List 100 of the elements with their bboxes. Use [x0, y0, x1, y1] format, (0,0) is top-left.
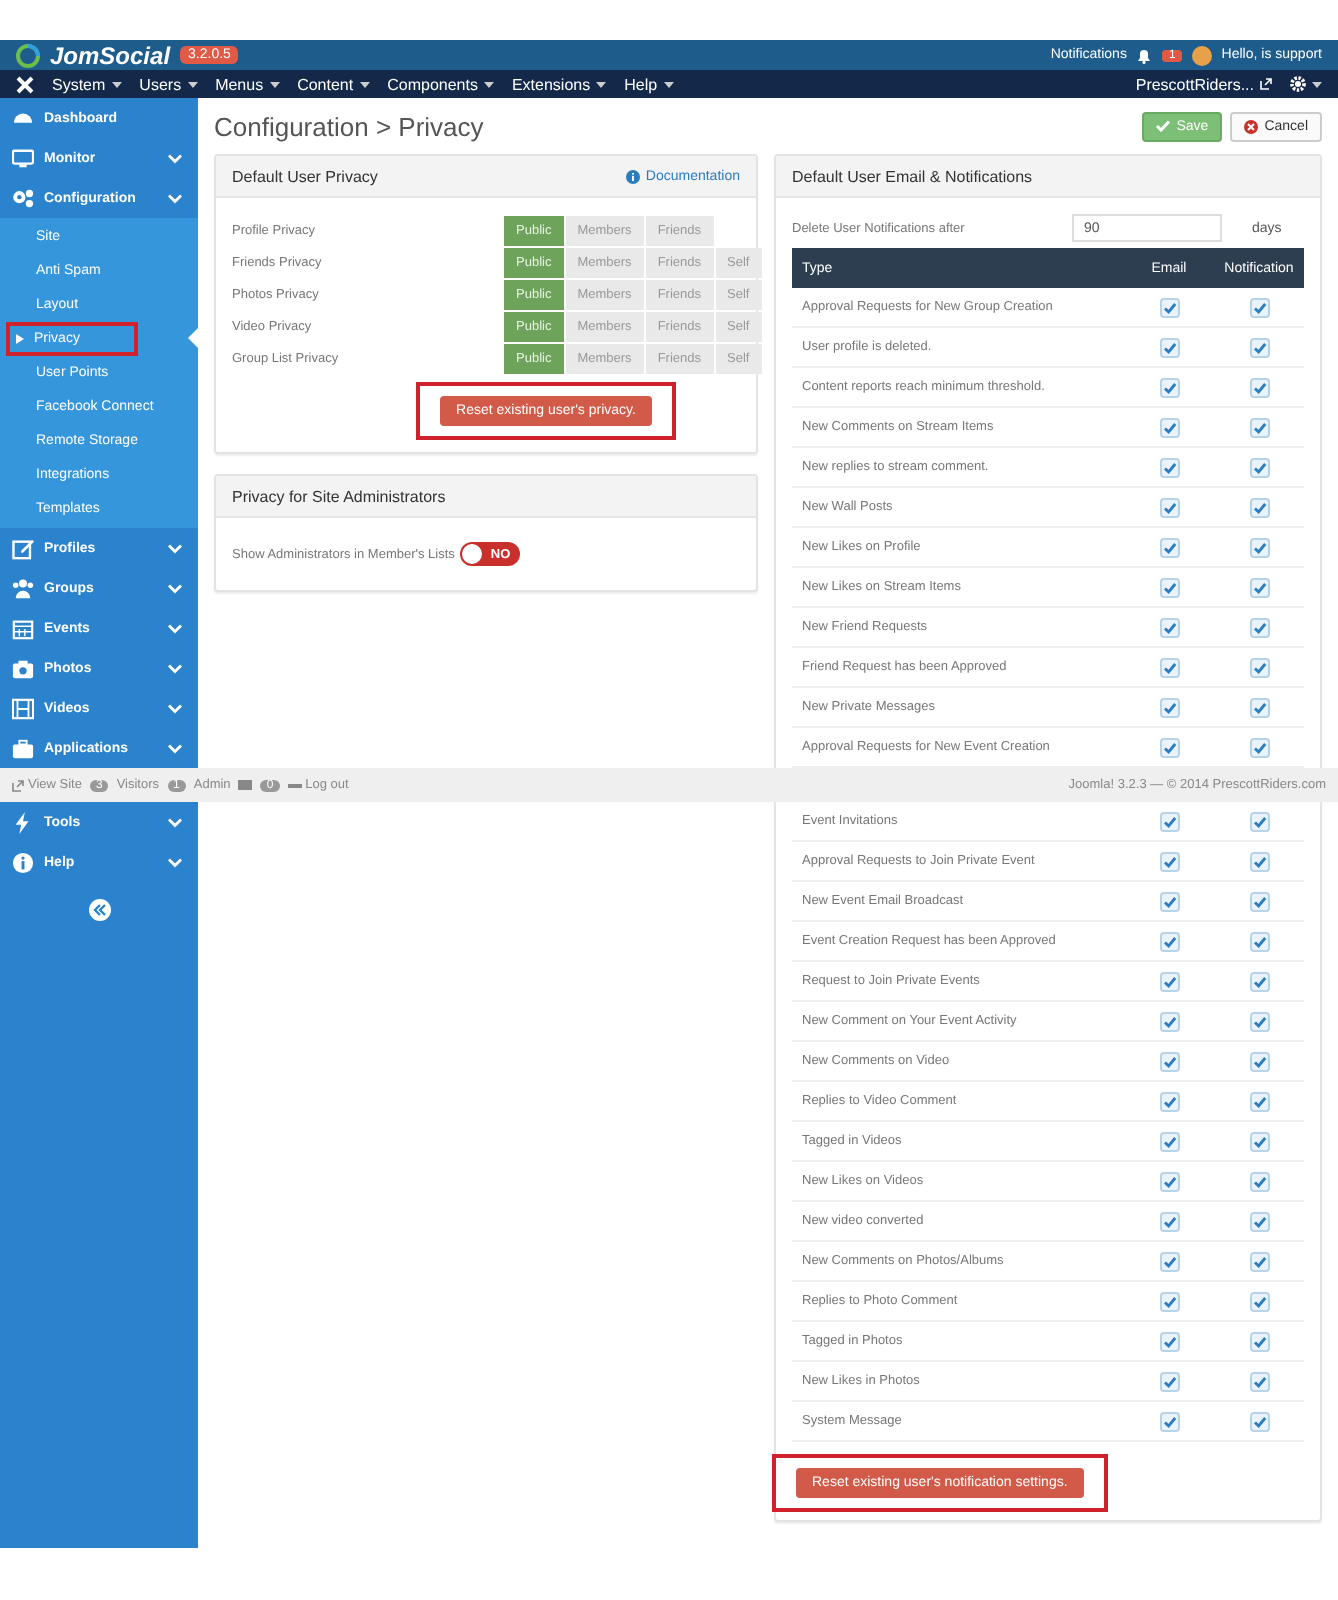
film-icon [12, 697, 34, 719]
checkbox[interactable] [1159, 297, 1179, 317]
caret-icon [187, 81, 198, 87]
checkbox[interactable] [1249, 1371, 1269, 1391]
chevron-icon [168, 857, 182, 867]
menu-item[interactable]: Extensions [511, 75, 607, 93]
chevron-icon [168, 743, 182, 753]
checkbox[interactable] [1249, 811, 1269, 831]
checkbox[interactable] [1249, 737, 1269, 757]
chevron-icon [168, 543, 182, 553]
checkbox[interactable] [1249, 1411, 1269, 1431]
checkbox[interactable] [1159, 1171, 1179, 1191]
checkbox[interactable] [1159, 417, 1179, 437]
check-icon [1156, 120, 1171, 132]
minus-icon [287, 783, 302, 787]
checkbox[interactable] [1159, 537, 1179, 557]
checkbox[interactable] [1159, 1011, 1179, 1031]
checkbox[interactable] [1159, 1331, 1179, 1351]
joomla-icon[interactable] [16, 75, 34, 93]
chevron-icon [168, 583, 182, 593]
checkbox[interactable] [1159, 337, 1179, 357]
caret-icon [269, 81, 280, 87]
chevron-icon [168, 193, 182, 203]
panel-title: Default User Privacy [232, 167, 380, 185]
checkbox[interactable] [1249, 1331, 1269, 1351]
caret-icon [1312, 81, 1322, 87]
external-link-icon [12, 779, 24, 791]
checkbox[interactable] [1249, 851, 1269, 871]
checkbox[interactable] [1249, 931, 1269, 951]
checkbox[interactable] [1249, 457, 1269, 477]
calendar-icon [12, 617, 34, 639]
checkbox[interactable] [1249, 337, 1269, 357]
checkbox[interactable] [1249, 657, 1269, 677]
checkbox[interactable] [1249, 1051, 1269, 1071]
site-link[interactable]: PrescottRiders... [1135, 75, 1272, 93]
chevron-icon [168, 703, 182, 713]
caret-icon [663, 81, 674, 87]
checkbox[interactable] [1249, 577, 1269, 597]
checkbox[interactable] [1159, 1211, 1179, 1231]
checkbox[interactable] [1159, 1051, 1179, 1071]
chevron-icon [168, 623, 182, 633]
checkbox[interactable] [1249, 1211, 1269, 1231]
camera-icon [12, 657, 34, 679]
checkbox[interactable] [1249, 1091, 1269, 1111]
menu-item[interactable]: System [52, 75, 122, 93]
checkbox[interactable] [1159, 1131, 1179, 1151]
checkbox[interactable] [1249, 617, 1269, 637]
menu-item[interactable]: Help [624, 75, 674, 93]
gears-icon [12, 187, 34, 209]
checkbox[interactable] [1159, 1091, 1179, 1111]
checkbox[interactable] [1159, 617, 1179, 637]
checkbox[interactable] [1249, 697, 1269, 717]
close-icon [1244, 119, 1259, 133]
bolt-icon [12, 811, 34, 833]
briefcase-icon [12, 737, 34, 759]
checkbox[interactable] [1159, 657, 1179, 677]
checkbox[interactable] [1249, 1171, 1269, 1191]
panel-title: Privacy for Site Administrators [232, 487, 448, 505]
collapse-icon[interactable] [87, 898, 111, 922]
checkbox[interactable] [1159, 891, 1179, 911]
menu-item[interactable]: Components [387, 75, 494, 93]
menu-item[interactable]: Users [139, 75, 198, 93]
checkbox[interactable] [1159, 377, 1179, 397]
checkbox[interactable] [1159, 851, 1179, 871]
checkbox[interactable] [1159, 971, 1179, 991]
checkbox[interactable] [1159, 457, 1179, 477]
checkbox[interactable] [1159, 737, 1179, 757]
checkbox[interactable] [1159, 1291, 1179, 1311]
checkbox[interactable] [1159, 577, 1179, 597]
settings-icon [1290, 76, 1306, 92]
menu-item[interactable]: Content [297, 75, 370, 93]
monitor-icon [12, 147, 34, 169]
info-icon [12, 851, 34, 873]
checkbox[interactable] [1159, 697, 1179, 717]
checkbox[interactable] [1249, 1251, 1269, 1271]
settings-menu[interactable] [1290, 76, 1322, 92]
arrow-icon [16, 334, 24, 344]
menu-item[interactable]: Menus [215, 75, 280, 93]
caret-icon [483, 81, 494, 87]
avatar-icon[interactable] [1191, 45, 1212, 65]
checkbox[interactable] [1249, 971, 1269, 991]
checkbox[interactable] [1159, 1411, 1179, 1431]
checkbox[interactable] [1159, 1251, 1179, 1271]
bell-icon[interactable] [1136, 47, 1153, 63]
checkbox[interactable] [1249, 891, 1269, 911]
checkbox[interactable] [1249, 1291, 1269, 1311]
checkbox[interactable] [1159, 1371, 1179, 1391]
checkbox[interactable] [1249, 537, 1269, 557]
checkbox[interactable] [1249, 417, 1269, 437]
checkbox[interactable] [1249, 377, 1269, 397]
checkbox[interactable] [1249, 1011, 1269, 1031]
checkbox[interactable] [1249, 497, 1269, 517]
info-icon [625, 169, 640, 183]
checkbox[interactable] [1159, 497, 1179, 517]
checkbox[interactable] [1249, 1131, 1269, 1151]
checkbox[interactable] [1159, 931, 1179, 951]
checkbox[interactable] [1249, 297, 1269, 317]
checkbox[interactable] [1159, 811, 1179, 831]
caret-icon [596, 81, 607, 87]
caret-icon [111, 81, 122, 87]
